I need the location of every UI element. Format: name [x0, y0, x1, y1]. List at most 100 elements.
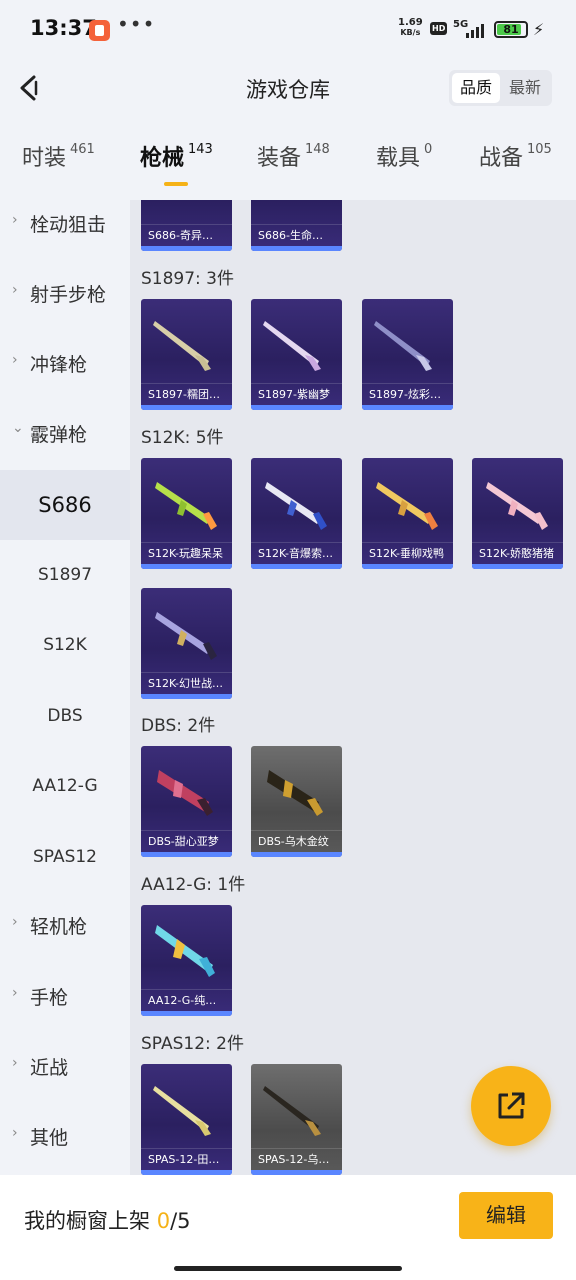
network-speed-value: 1.69 [398, 17, 423, 28]
item-card[interactable]: S12K-幻世战… [141, 588, 232, 699]
tab-supplies[interactable]: 战备 105 [479, 140, 552, 192]
tab-vehicles[interactable]: 载具 0 [376, 140, 432, 192]
tab-label: 战备 [479, 146, 524, 171]
tab-count: 0 [424, 142, 433, 157]
item-name: S686-生命… [251, 224, 342, 246]
item-name: S686-奇异… [141, 224, 232, 246]
item-card[interactable]: S12K-玩趣呆呆 [141, 458, 232, 569]
item-name: S12K-玩趣呆呆 [141, 542, 232, 564]
section-title: SPAS12: 2件 [141, 1034, 244, 1054]
showcase-status: 我的橱窗上架 0/5 [24, 1205, 191, 1235]
chevron-right-icon: › [12, 1055, 18, 1071]
tab-label: 枪械 [140, 146, 185, 171]
item-card[interactable]: S1897-糯团… [141, 299, 232, 410]
item-name: S1897-炫彩… [362, 383, 453, 405]
sidebar-item-melee[interactable]: › 近战 [0, 1033, 130, 1103]
header: 游戏仓库 品质 最新 [0, 60, 576, 120]
item-card[interactable]: SPAS-12-田… [141, 1064, 232, 1175]
chevron-right-icon: › [12, 282, 18, 298]
chevron-right-icon: › [12, 1125, 18, 1141]
signal-icon [466, 22, 488, 38]
sidebar-sub-dbs[interactable]: DBS [0, 681, 130, 751]
category-tabs: 时装 461 枪械 143 装备 148 载具 0 战备 105 [0, 140, 576, 192]
rifle-icon [265, 482, 327, 530]
hd-icon: HD [430, 22, 448, 35]
bottom-bar: 我的橱窗上架 0/5 编辑 [0, 1175, 576, 1280]
chevron-down-icon: ⌄ [12, 420, 24, 436]
rifle-icon [155, 612, 217, 660]
edit-button[interactable]: 编辑 [459, 1192, 553, 1239]
sidebar-item-label: 轻机枪 [30, 916, 88, 938]
sidebar-item-label: 栓动狙击 [30, 214, 107, 236]
sidebar-item-other[interactable]: › 其他 [0, 1103, 130, 1173]
sidebar-sub-s686[interactable]: S686 [0, 470, 130, 540]
sidebar-sub-s1897[interactable]: S1897 [0, 540, 130, 610]
charging-icon: ⚡ [533, 20, 545, 39]
section-title: DBS: 2件 [141, 716, 216, 736]
shotgun-icon [153, 1086, 211, 1136]
item-name: SPAS-12-田… [141, 1148, 232, 1170]
item-card[interactable]: S1897-炫彩… [362, 299, 453, 410]
sidebar-item-label: 射手步枪 [30, 284, 107, 306]
sidebar-item-smg[interactable]: › 冲锋枪 [0, 330, 130, 400]
status-bar: 13:37 ••• 1.69 KB/s HD 5G 81 ⚡ [0, 0, 576, 60]
item-name: DBS-乌木金纹 [251, 830, 342, 852]
shotgun-icon [155, 925, 215, 977]
section-title: S1897: 3件 [141, 269, 235, 289]
item-card[interactable]: S12K-音爆索… [251, 458, 342, 569]
rifle-icon [376, 482, 438, 530]
item-card[interactable]: DBS-乌木金纹 [251, 746, 342, 857]
item-card[interactable]: SPAS-12-乌… [251, 1064, 342, 1175]
item-card[interactable]: AA12-G-纯… [141, 905, 232, 1016]
sort-quality-option[interactable]: 品质 [452, 73, 500, 103]
sidebar-item-label: 手枪 [30, 987, 69, 1009]
sort-newest-option[interactable]: 最新 [501, 73, 549, 103]
showcase-label: 我的橱窗上架 [24, 1209, 150, 1233]
sidebar-item-pistol[interactable]: › 手枪 [0, 963, 130, 1033]
shotgun-icon [263, 321, 321, 371]
more-notifications-icon: ••• [117, 12, 156, 36]
rifle-icon [486, 482, 548, 530]
share-button[interactable] [471, 1066, 551, 1146]
sidebar-sub-s12k[interactable]: S12K [0, 610, 130, 680]
sidebar-item-label: 其他 [30, 1127, 69, 1149]
sidebar-item-label: 冲锋枪 [30, 354, 88, 376]
item-name: S12K-娇憨猪猪 [472, 542, 563, 564]
item-card[interactable]: S12K-娇憨猪猪 [472, 458, 563, 569]
item-card[interactable]: DBS-甜心亚梦 [141, 746, 232, 857]
sidebar-item-marksman[interactable]: › 射手步枪 [0, 260, 130, 330]
item-name: S1897-糯团… [141, 383, 232, 405]
active-tab-indicator [164, 182, 188, 186]
battery-icon: 81 [494, 21, 528, 38]
home-indicator[interactable] [174, 1266, 402, 1271]
item-name: S12K-垂柳戏鸭 [362, 542, 453, 564]
sidebar-item-bolt-sniper[interactable]: › 栓动狙击 [0, 200, 130, 260]
battery-level: 81 [503, 23, 519, 36]
sidebar-item-lmg[interactable]: › 轻机枪 [0, 892, 130, 962]
chevron-right-icon: › [12, 352, 18, 368]
sidebar-sub-aa12g[interactable]: AA12-G [0, 751, 130, 821]
shotgun-icon [263, 1086, 321, 1136]
item-card[interactable]: S686-奇异… [141, 200, 232, 251]
item-card[interactable]: S12K-垂柳戏鸭 [362, 458, 453, 569]
sidebar-item-label: 近战 [30, 1057, 69, 1079]
tab-equipment[interactable]: 装备 148 [257, 140, 330, 192]
sidebar-sub-spas12[interactable]: SPAS12 [0, 822, 130, 892]
shotgun-icon [157, 770, 213, 816]
item-grid: S686-奇异… S686-生命… S1897: 3件 S1897-糯团… S1… [130, 200, 576, 1175]
tab-count: 461 [70, 142, 95, 157]
item-card[interactable]: S686-生命… [251, 200, 342, 251]
network-speed-unit: KB/s [400, 28, 421, 37]
sidebar-item-shotgun[interactable]: ⌄ 霰弹枪 [0, 400, 130, 470]
section-title: AA12-G: 1件 [141, 875, 246, 895]
showcase-total: /5 [170, 1209, 191, 1233]
tab-label: 时装 [22, 146, 67, 171]
share-icon [498, 1092, 525, 1119]
tab-costume[interactable]: 时装 461 [22, 140, 95, 192]
tab-label: 装备 [257, 146, 302, 171]
sort-toggle: 品质 最新 [449, 70, 552, 106]
item-name: S12K-幻世战… [141, 672, 232, 694]
notification-app-icon [89, 20, 110, 41]
item-card[interactable]: S1897-紫幽梦 [251, 299, 342, 410]
tab-label: 载具 [376, 146, 421, 171]
